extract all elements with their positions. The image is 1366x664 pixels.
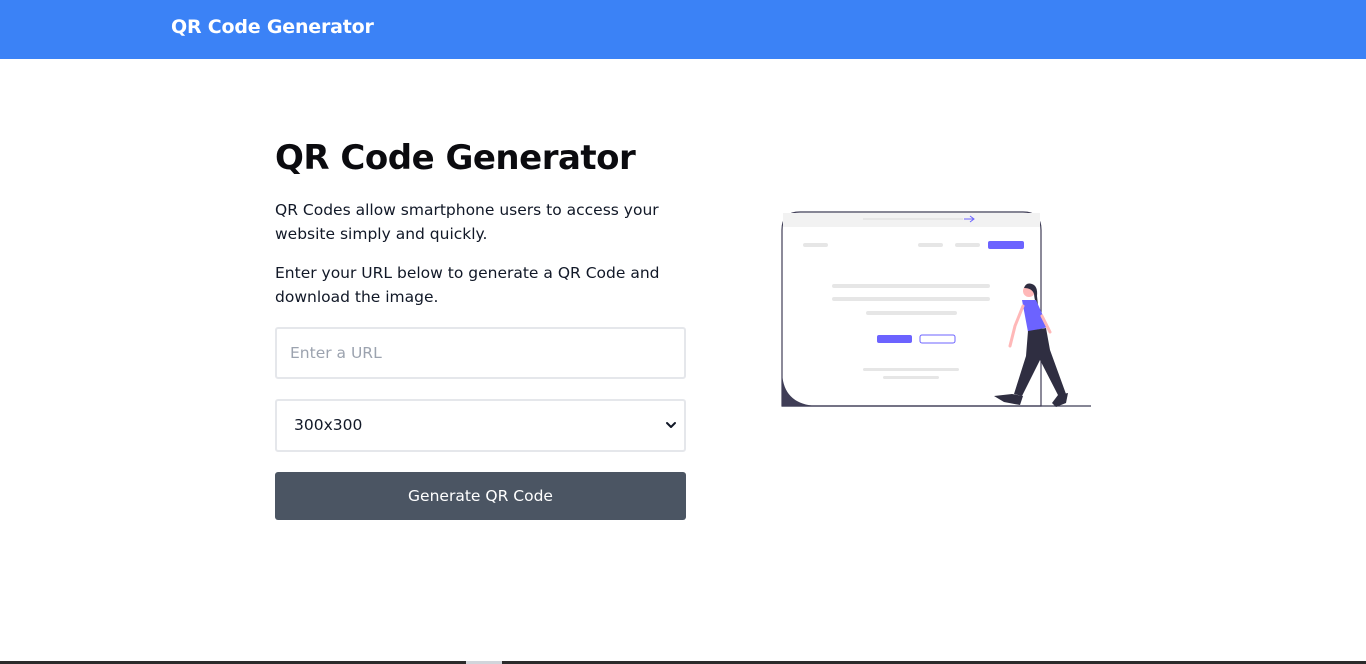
description-paragraph-2: Enter your URL below to generate a QR Co… xyxy=(275,264,660,306)
size-select[interactable]: 300x300 xyxy=(275,399,686,452)
brand-logo-text[interactable]: QR Code Generator xyxy=(171,16,374,38)
page-title: QR Code Generator xyxy=(275,138,636,178)
generate-qr-button[interactable]: Generate QR Code xyxy=(275,472,686,520)
walking-woman-browser-illustration xyxy=(781,211,1091,407)
intro-section: QR Code Generator QR Codes allow smartph… xyxy=(275,134,695,309)
top-navbar: QR Code Generator xyxy=(0,0,1366,59)
url-input[interactable] xyxy=(275,327,686,379)
size-select-value: 300x300 xyxy=(294,416,363,434)
description-paragraph-1: QR Codes allow smartphone users to acces… xyxy=(275,201,659,243)
chevron-down-icon xyxy=(666,422,676,428)
